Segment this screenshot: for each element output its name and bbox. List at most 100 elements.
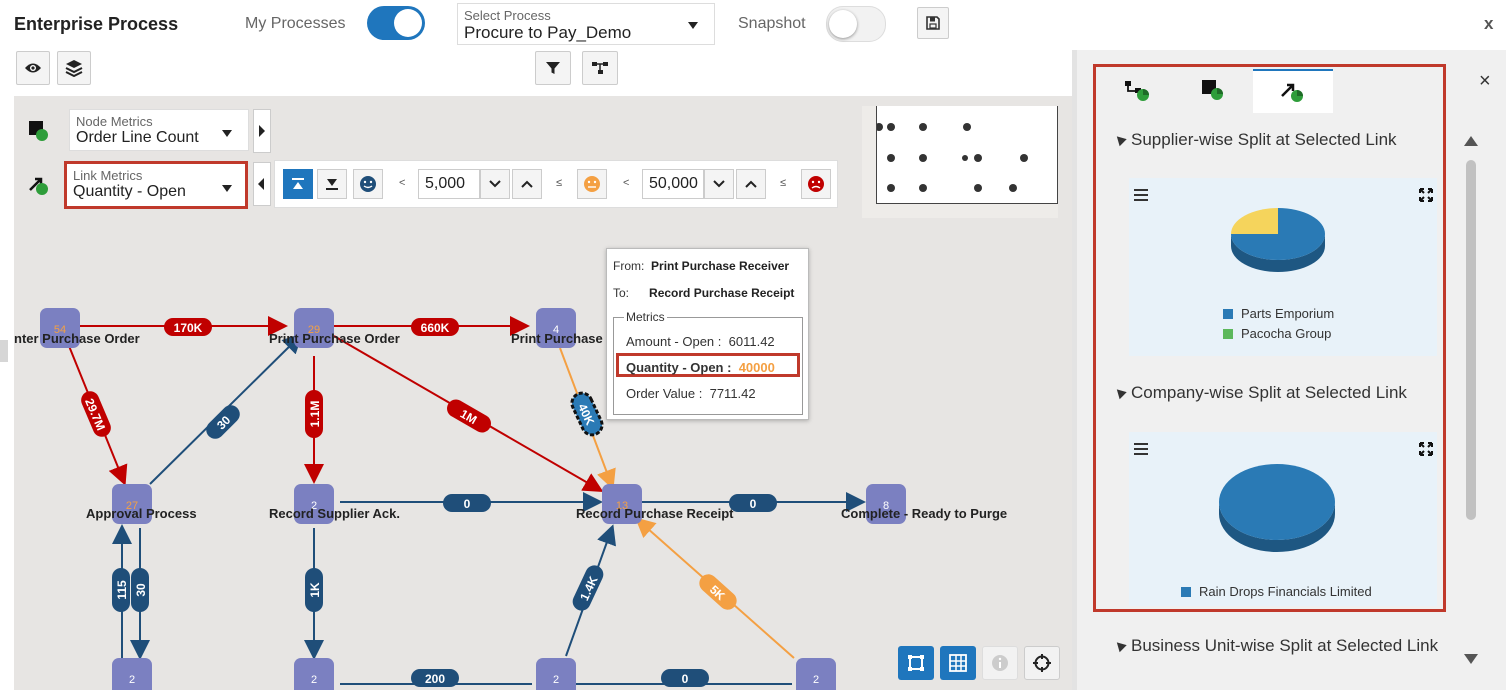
- edge-label[interactable]: 1.4K: [570, 562, 607, 613]
- graph-node[interactable]: 2: [536, 658, 576, 690]
- collapse-link-metrics[interactable]: [253, 162, 271, 206]
- svg-text:2: 2: [813, 674, 819, 686]
- highlight-frame: [1093, 64, 1446, 612]
- edge-label[interactable]: 660K: [411, 318, 459, 336]
- snapshot-toggle[interactable]: [826, 6, 886, 42]
- graph-node[interactable]: 2: [294, 658, 334, 690]
- increase-lower-button[interactable]: [512, 169, 542, 199]
- close-panel-button[interactable]: ×: [1479, 70, 1491, 93]
- filter-button[interactable]: [535, 51, 571, 85]
- process-canvas[interactable]: 170K 660K 29.7M 30 1.1M 1M 40K 0 0 115 3…: [14, 96, 1072, 690]
- edge-label[interactable]: 170K: [164, 318, 212, 336]
- minimap-viewport[interactable]: [875, 106, 1058, 204]
- business-unit-split-title[interactable]: Business Unit-wise Split at Selected Lin…: [1113, 636, 1439, 656]
- edge-label[interactable]: 30: [202, 401, 243, 442]
- minimap-dots: [875, 123, 1028, 192]
- tooltip-metrics-legend: Metrics: [624, 310, 667, 324]
- edge-label[interactable]: 0: [729, 494, 777, 512]
- toggle-knob: [829, 10, 857, 38]
- section-title-text: Business Unit-wise Split at Selected Lin…: [1131, 636, 1439, 655]
- chevron-down-icon: [688, 22, 698, 29]
- edge-label[interactable]: 1.1M: [305, 390, 323, 438]
- edge-label[interactable]: 0: [661, 669, 709, 687]
- decrease-upper-button[interactable]: [704, 169, 734, 199]
- node-label: Print Purchase: [511, 331, 603, 346]
- save-button[interactable]: [917, 7, 949, 39]
- sort-top-button[interactable]: [283, 169, 313, 199]
- save-icon: [926, 16, 940, 30]
- svg-text:1K: 1K: [308, 582, 322, 598]
- edge-label-selected[interactable]: 40K: [569, 390, 606, 438]
- tooltip-to-value: Record Purchase Receipt: [649, 286, 795, 300]
- amount-open-value: 6011.42: [728, 334, 775, 349]
- order-value-label: Order Value :: [626, 386, 703, 401]
- edge-label[interactable]: 0: [443, 494, 491, 512]
- tooltip-to-label: To:: [613, 286, 630, 300]
- less-equal-label: ≤: [556, 177, 563, 189]
- node-metrics-icon: [29, 121, 48, 141]
- scroll-down-icon[interactable]: [1464, 654, 1478, 664]
- less-than-label: <: [623, 177, 630, 189]
- svg-text:0: 0: [464, 497, 471, 511]
- view-button[interactable]: [16, 51, 50, 85]
- less-equal-label: ≤: [780, 177, 787, 189]
- quantity-open-label: Quantity - Open :: [626, 360, 732, 375]
- expand-node-metrics[interactable]: [253, 109, 271, 153]
- sort-bottom-button[interactable]: [317, 169, 347, 199]
- process-select[interactable]: Select Process Procure to Pay_Demo: [457, 3, 715, 45]
- info-button[interactable]: [982, 646, 1018, 680]
- svg-text:170K: 170K: [174, 321, 203, 335]
- lower-threshold-input[interactable]: 5,000: [418, 169, 480, 199]
- upper-threshold-input[interactable]: 50,000: [642, 169, 704, 199]
- sad-face-icon: [808, 176, 824, 192]
- happy-threshold-button[interactable]: [353, 169, 383, 199]
- layers-button[interactable]: [57, 51, 91, 85]
- grid-view-button[interactable]: [940, 646, 976, 680]
- node-metrics-select[interactable]: Node Metrics Order Line Count: [69, 109, 249, 151]
- snapshot-label: Snapshot: [738, 15, 806, 32]
- node-label: Record Supplier Ack.: [269, 506, 400, 521]
- edge-label[interactable]: 30: [131, 568, 149, 612]
- increase-upper-button[interactable]: [736, 169, 766, 199]
- link-metrics-value: Quantity - Open: [73, 183, 186, 200]
- sad-threshold-button[interactable]: [801, 169, 831, 199]
- tooltip-metrics-group: Metrics Amount - Open : 6011.42 Quantity…: [613, 310, 803, 415]
- svg-text:2: 2: [129, 674, 135, 686]
- order-value-value: 7711.42: [709, 386, 756, 401]
- svg-text:0: 0: [750, 497, 757, 511]
- chevron-left-icon: [258, 178, 264, 190]
- grid-icon: [949, 654, 967, 672]
- scroll-thumb[interactable]: [1466, 160, 1476, 520]
- edge-label[interactable]: 1K: [305, 568, 323, 612]
- neutral-threshold-button[interactable]: [577, 169, 607, 199]
- graph-node[interactable]: 2: [112, 658, 152, 690]
- link-metrics-select[interactable]: Link Metrics Quantity - Open: [64, 161, 248, 209]
- scroll-up-icon[interactable]: [1464, 136, 1478, 146]
- edge-label[interactable]: 200: [411, 669, 459, 687]
- my-processes-toggle[interactable]: [367, 6, 425, 40]
- svg-text:1.1M: 1.1M: [308, 401, 322, 428]
- svg-text:2: 2: [311, 674, 317, 686]
- node-label: Print Purchase Order: [269, 331, 400, 346]
- chevron-up-icon: [521, 180, 533, 188]
- node-label: Complete - Ready to Purge: [841, 506, 1008, 521]
- minimap[interactable]: [862, 106, 1058, 218]
- edge-label[interactable]: 5K: [696, 571, 741, 614]
- align-top-icon: [292, 178, 304, 189]
- fit-view-button[interactable]: [898, 646, 934, 680]
- edge-label[interactable]: 1M: [444, 396, 495, 436]
- decrease-lower-button[interactable]: [480, 169, 510, 199]
- center-button[interactable]: [1024, 646, 1060, 680]
- collapse-triangle-icon: [1113, 638, 1127, 653]
- tooltip-from-label: From:: [613, 259, 645, 273]
- graph-node[interactable]: 2: [796, 658, 836, 690]
- node-metrics-value: Order Line Count: [76, 129, 199, 146]
- edge-label[interactable]: 115: [112, 568, 130, 612]
- left-panel-handle[interactable]: [0, 340, 8, 362]
- tree-layout-button[interactable]: [582, 51, 618, 85]
- svg-text:660K: 660K: [421, 321, 450, 335]
- close-button[interactable]: x: [1484, 14, 1493, 34]
- chevron-right-icon: [259, 125, 265, 137]
- node-label: Record Purchase Receipt: [576, 506, 734, 521]
- edge-label[interactable]: 29.7M: [78, 388, 113, 439]
